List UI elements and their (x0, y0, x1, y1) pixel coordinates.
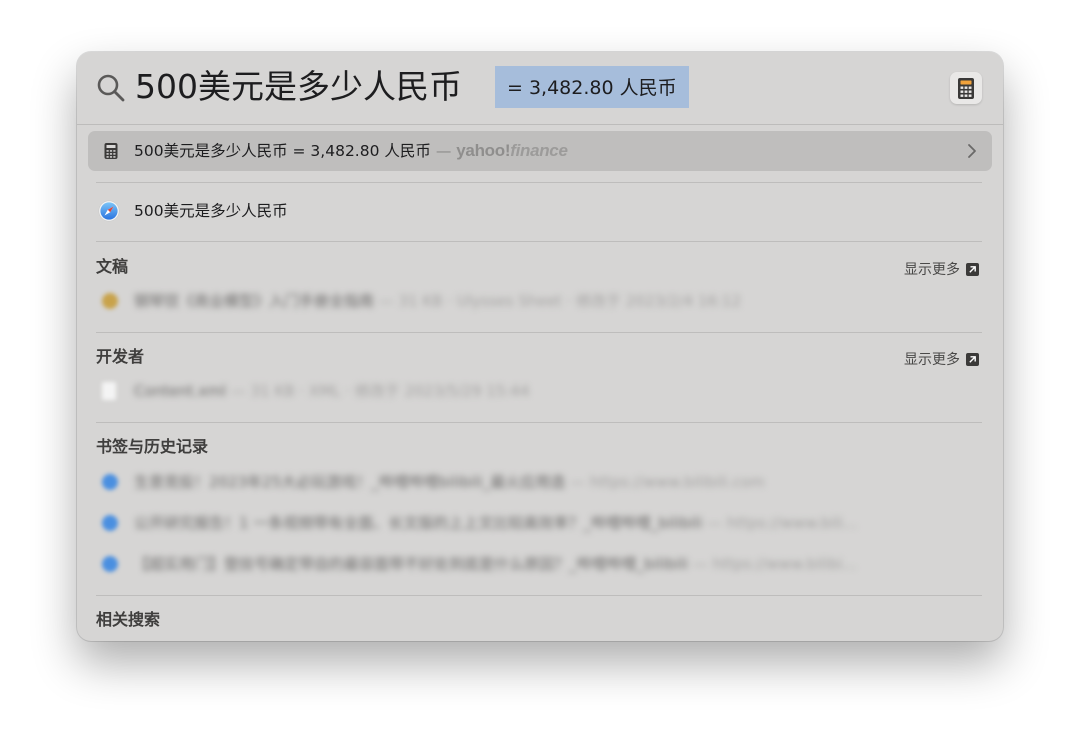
divider (96, 332, 982, 333)
calculator-icon (104, 143, 118, 159)
top-hit-result-row[interactable]: 500美元是多少人民币 = 3,482.80 人民币 — yahoo!finan… (88, 131, 992, 171)
section-title-bookmarks: 书签与历史记录 (96, 437, 209, 456)
chevron-right-icon[interactable] (964, 143, 980, 159)
web-suggestion-label: 500美元是多少人民币 (134, 202, 288, 220)
spotlight-window: 500美元是多少人民币 = 3,482.80 人民币 500美元是多少人民币 =… (77, 52, 1003, 641)
divider (96, 422, 982, 423)
arrow-up-right-icon (966, 353, 979, 366)
list-item-text: 公开研究报告！1 一条视频带有全面、长文版的上上文比较高效率？_哔哩哔哩_bil… (134, 514, 858, 532)
arrow-up-right-icon (966, 263, 979, 276)
calculator-icon (958, 78, 974, 99)
section-title-documents: 文稿 (96, 257, 129, 276)
safari-compass-icon (102, 556, 118, 572)
list-item-text: 钢琴钗《商业模型》入门手册全指南 — 31 KB · Ulysses Sheet… (134, 292, 742, 310)
show-more-label: 显示更多 (904, 262, 960, 278)
list-item-text: 生意竞投！2023年25大必玩游戏！_哔哩哔哩bilibili_最火应用造 — … (134, 473, 765, 491)
document-icon (102, 293, 118, 309)
xml-file-icon (102, 382, 116, 400)
calculator-app-button[interactable] (950, 72, 982, 104)
search-input[interactable]: 500美元是多少人民币 (135, 64, 462, 110)
search-bar[interactable]: 500美元是多少人民币 = 3,482.80 人民币 (77, 52, 1003, 125)
safari-compass-icon (102, 474, 118, 490)
search-completion-highlight: = 3,482.80 人民币 (495, 66, 689, 108)
list-item[interactable]: 生意竞投！2023年25大必玩游戏！_哔哩哔哩bilibili_最火应用造 — … (88, 464, 992, 500)
list-item[interactable]: 公开研究报告！1 一条视频带有全面、长文版的上上文比较高效率？_哔哩哔哩_bil… (88, 505, 992, 541)
top-hit-label: 500美元是多少人民币 = 3,482.80 人民币 — yahoo!finan… (134, 131, 568, 171)
search-icon (97, 74, 125, 102)
divider (96, 241, 982, 242)
safari-compass-icon (98, 200, 120, 222)
yahoo-finance-logo: yahoo!finance (456, 141, 568, 160)
list-item[interactable]: 【超实用门】登技号确定带自的最容面带不好处到底是什么原因？_哔哩哔哩_bilib… (88, 546, 992, 582)
list-item[interactable]: 钢琴钗《商业模型》入门手册全指南 — 31 KB · Ulysses Sheet… (88, 283, 992, 319)
safari-compass-icon (102, 515, 118, 531)
list-item[interactable]: Content.xml — 31 KB · XML · 修改于 2023/5/2… (88, 373, 992, 409)
show-more-developer-button[interactable]: 显示更多 (904, 350, 979, 370)
section-title-developer: 开发者 (96, 347, 145, 366)
conversion-result-text: 500美元是多少人民币 = 3,482.80 人民币 (134, 142, 431, 160)
list-item-text: 【超实用门】登技号确定带自的最容面带不好处到底是什么原因？_哔哩哔哩_bilib… (134, 555, 857, 573)
section-title-related-searches: 相关搜索 (96, 610, 161, 629)
show-more-label: 显示更多 (904, 352, 960, 368)
divider (96, 595, 982, 596)
show-more-documents-button[interactable]: 显示更多 (904, 260, 979, 280)
divider (96, 182, 982, 183)
web-search-suggestion-row[interactable]: 500美元是多少人民币 (88, 191, 992, 231)
list-item-text: Content.xml — 31 KB · XML · 修改于 2023/5/2… (134, 382, 530, 400)
source-separator: — (435, 142, 452, 160)
